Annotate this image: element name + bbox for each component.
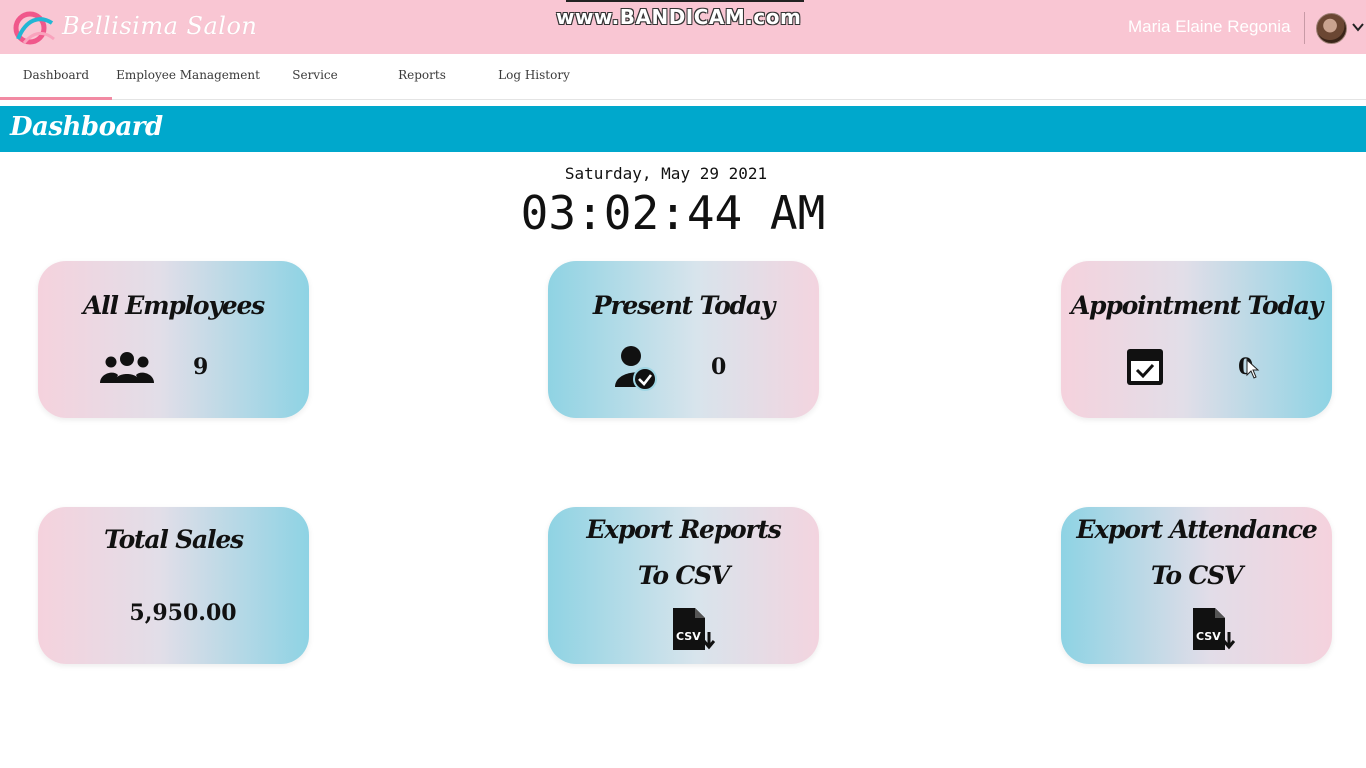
export-reports-csv-button[interactable]: Export Reports To CSV CSV [548,507,819,664]
tab-dashboard[interactable]: Dashboard [0,54,112,100]
total-sales-amount: 5,950.00 [129,600,237,626]
csv-download-icon: CSV [673,608,715,650]
tab-log-history[interactable]: Log History [478,54,590,100]
present-today-card[interactable]: Present Today 0 [548,261,819,418]
present-today-count: 0 [711,354,727,380]
csv-download-icon: CSV [1193,608,1235,650]
mouse-cursor-icon [1246,359,1260,379]
calendar-check-icon [1127,349,1163,385]
recording-bar [566,0,804,2]
user-name[interactable]: Maria Elaine Regonia [1128,17,1291,37]
current-time: 03:02:44 AM [520,186,826,240]
top-bar: Bellisima Salon www.BANDICAM.com Maria E… [0,0,1366,54]
card-title: All Employees [82,291,265,320]
user-check-icon [615,346,657,391]
svg-text:CSV: CSV [1196,630,1221,643]
tab-employee-management[interactable]: Employee Management [112,54,264,100]
chevron-down-icon[interactable] [1352,22,1364,32]
card-title: Total Sales [104,525,244,554]
all-employees-card[interactable]: All Employees 9 [38,261,309,418]
salon-logo-icon [13,11,55,45]
tab-service[interactable]: Service [264,54,366,100]
recorder-watermark: www.BANDICAM.com [556,5,802,29]
card-title-line1: Export Reports [586,515,782,544]
avatar[interactable] [1316,13,1347,44]
current-date: Saturday, May 29 2021 [564,164,768,183]
user-divider [1304,12,1305,44]
page-title: Dashboard [10,112,163,142]
total-sales-card[interactable]: Total Sales 5,950.00 [38,507,309,664]
card-title: Present Today [592,291,776,320]
card-title: Appointment Today [1070,291,1323,320]
main-nav: Dashboard Employee Management Service Re… [0,54,1366,100]
page-banner: Dashboard [0,106,1366,152]
all-employees-count: 9 [193,354,209,380]
card-title-line2: To CSV [1150,561,1243,590]
card-title-line1: Export Attendance [1076,515,1317,544]
users-icon [100,352,154,383]
card-title-line2: To CSV [637,561,730,590]
tab-reports[interactable]: Reports [366,54,478,100]
brand-name: Bellisima Salon [62,12,258,40]
svg-text:CSV: CSV [676,630,701,643]
export-attendance-csv-button[interactable]: Export Attendance To CSV CSV [1061,507,1332,664]
appointment-today-card[interactable]: Appointment Today 0 [1061,261,1332,418]
